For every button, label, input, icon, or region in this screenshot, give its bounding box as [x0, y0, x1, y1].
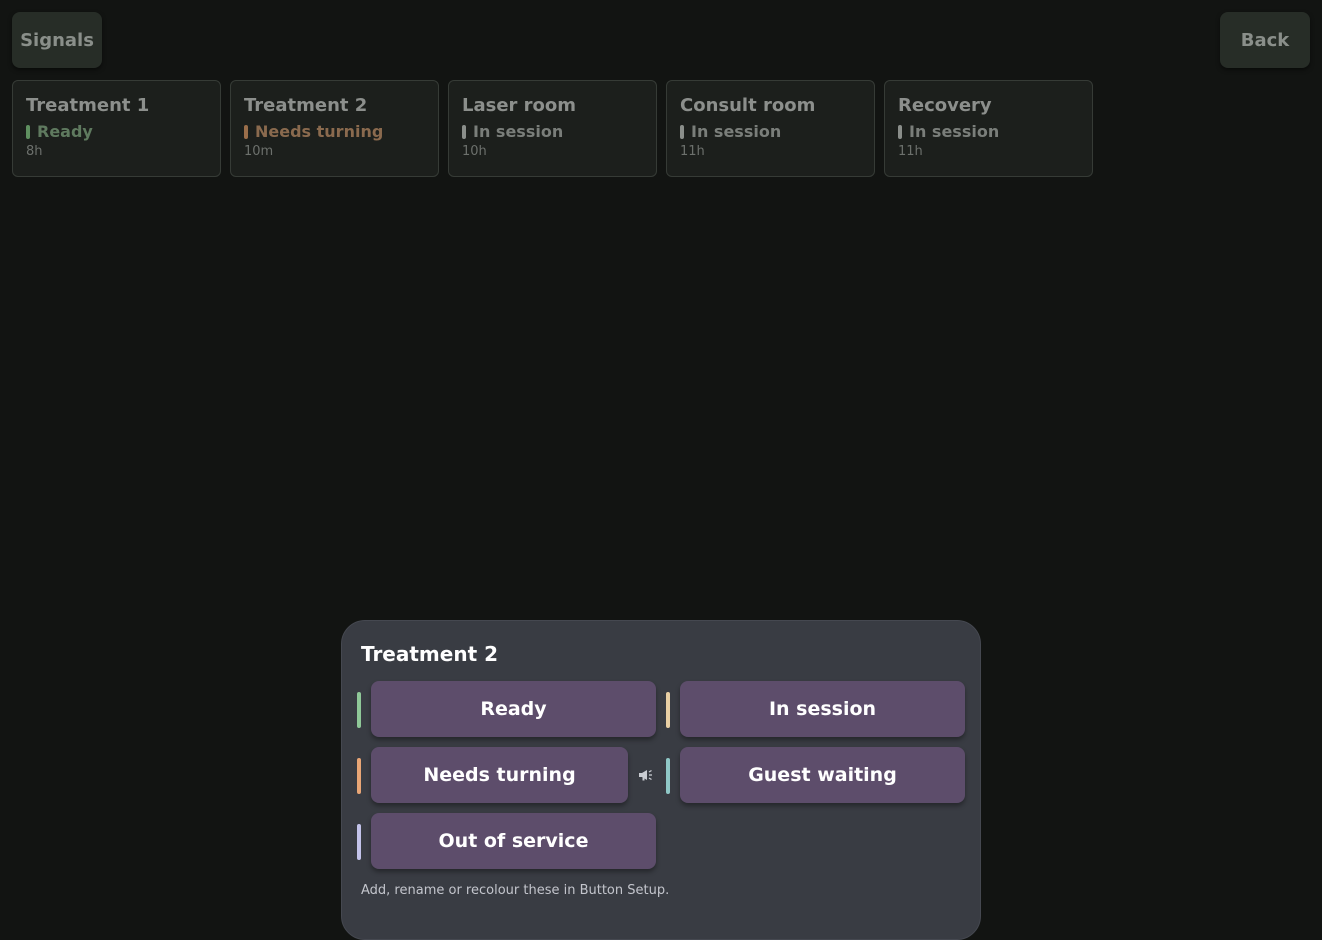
status-picker-panel: Treatment 2 Ready In session Needs turni…	[341, 620, 981, 940]
room-name: Consult room	[680, 95, 816, 116]
room-card-recovery[interactable]: Recovery In session 11h	[884, 80, 1093, 177]
room-card-consult-room[interactable]: Consult room In session 11h	[666, 80, 875, 177]
room-name: Recovery	[898, 95, 992, 116]
megaphone-icon	[639, 769, 652, 781]
ready-color-bar	[357, 692, 361, 728]
status-indicator	[680, 125, 684, 139]
room-status-label: In session	[473, 122, 564, 141]
room-elapsed-time: 10m	[244, 144, 274, 159]
room-status: Ready	[26, 122, 207, 142]
room-status: In session	[680, 122, 861, 142]
status-indicator	[244, 125, 248, 139]
in-session-color-bar	[666, 692, 670, 728]
back-button[interactable]: Back	[1220, 12, 1310, 68]
room-card-treatment-1[interactable]: Treatment 1 Ready 8h	[12, 80, 221, 177]
room-status-label: Needs turning	[255, 122, 384, 141]
room-card-treatment-2[interactable]: Treatment 2 Needs turning 10m	[230, 80, 439, 177]
room-elapsed-time: 11h	[680, 144, 705, 159]
room-status: In session	[462, 122, 643, 142]
needs-turning-button[interactable]: Needs turning	[371, 747, 628, 803]
out-of-service-button[interactable]: Out of service	[371, 813, 656, 869]
room-status-label: Ready	[37, 122, 93, 141]
room-elapsed-time: 8h	[26, 144, 43, 159]
status-indicator	[462, 125, 466, 139]
status-indicator	[898, 125, 902, 139]
room-name: Treatment 1	[26, 95, 150, 116]
panel-title: Treatment 2	[361, 642, 499, 666]
room-status: In session	[898, 122, 1079, 142]
room-name: Treatment 2	[244, 95, 368, 116]
room-list: Treatment 1 Ready 8h Treatment 2 Needs t…	[12, 80, 1102, 177]
ready-button[interactable]: Ready	[371, 681, 656, 737]
needs-turning-color-bar	[357, 758, 361, 794]
room-status-label: In session	[691, 122, 782, 141]
status-indicator	[26, 125, 30, 139]
setup-hint: Add, rename or recolour these in Button …	[361, 883, 670, 898]
signals-button[interactable]: Signals	[12, 12, 102, 68]
guest-waiting-color-bar	[666, 758, 670, 794]
out-of-service-color-bar	[357, 824, 361, 860]
in-session-button[interactable]: In session	[680, 681, 965, 737]
room-elapsed-time: 10h	[462, 144, 487, 159]
room-status-label: In session	[909, 122, 1000, 141]
guest-waiting-button[interactable]: Guest waiting	[680, 747, 965, 803]
room-name: Laser room	[462, 95, 577, 116]
room-card-laser-room[interactable]: Laser room In session 10h	[448, 80, 657, 177]
room-status: Needs turning	[244, 122, 425, 142]
room-elapsed-time: 11h	[898, 144, 923, 159]
